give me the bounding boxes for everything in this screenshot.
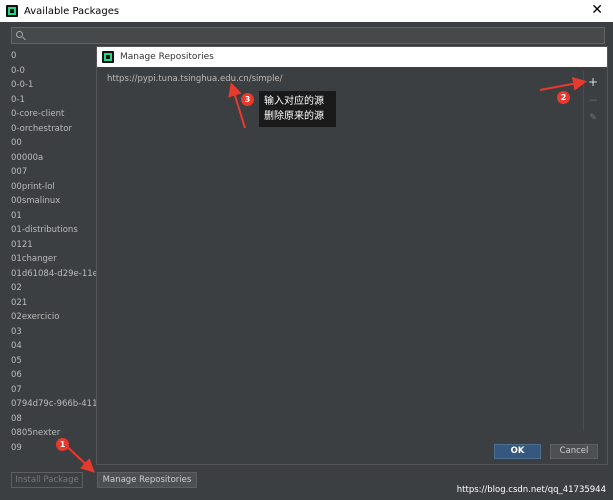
edit-icon[interactable]: ✎ <box>586 111 600 125</box>
package-item[interactable]: 0-1 <box>0 93 97 108</box>
window-titlebar: Available Packages ✕ <box>0 0 613 22</box>
package-item[interactable]: 00 <box>0 136 97 151</box>
window-title: Available Packages <box>24 5 120 17</box>
package-item[interactable]: 02exercicio <box>0 310 97 325</box>
dialog-title: Manage Repositories <box>120 52 214 62</box>
package-item[interactable]: 01d61084-d29e-11e9- <box>0 267 97 282</box>
repository-list[interactable]: https://pypi.tuna.tsinghua.edu.cn/simple… <box>105 71 575 431</box>
ok-button[interactable]: OK <box>494 444 541 459</box>
search-box[interactable] <box>11 27 605 44</box>
package-item[interactable]: 0 <box>0 49 97 64</box>
package-item[interactable]: 0-0 <box>0 64 97 79</box>
search-input[interactable] <box>29 28 604 43</box>
package-item[interactable]: 01changer <box>0 252 97 267</box>
package-item[interactable]: 09 <box>0 441 97 456</box>
repository-toolbar: + − ✎ <box>583 71 601 431</box>
package-item[interactable]: 00print-lol <box>0 180 97 195</box>
step-badge-1: 1 <box>56 438 69 451</box>
package-item[interactable]: 02 <box>0 281 97 296</box>
cancel-button[interactable]: Cancel <box>550 444 598 459</box>
repository-item[interactable]: https://pypi.tuna.tsinghua.edu.cn/simple… <box>105 71 575 87</box>
package-item[interactable]: 007 <box>0 165 97 180</box>
package-item[interactable]: 0805nexter <box>0 426 97 441</box>
package-item[interactable]: 06 <box>0 368 97 383</box>
package-item[interactable]: 01 <box>0 209 97 224</box>
annotation-callout: 输入对应的源 删除原来的源 <box>259 91 336 127</box>
package-item[interactable]: 0-orchestrator <box>0 122 97 137</box>
watermark-url: https://blog.csdn.net/qq_41735944 <box>456 485 606 495</box>
package-item[interactable]: 04 <box>0 339 97 354</box>
dialog-titlebar: Manage Repositories <box>97 47 607 67</box>
package-item[interactable]: 0-0-1 <box>0 78 97 93</box>
package-item[interactable]: 07 <box>0 383 97 398</box>
package-item[interactable]: 08 <box>0 412 97 427</box>
app-window: Available Packages ✕ 0 0-0 0-0-1 0-1 0-core-… <box>0 0 613 500</box>
step-badge-2: 2 <box>557 91 570 104</box>
package-item[interactable]: 03 <box>0 325 97 340</box>
package-item[interactable]: 021 <box>0 296 97 311</box>
manage-repositories-dialog: Manage Repositories https://pypi.tuna.ts… <box>96 46 608 465</box>
package-item[interactable]: 0-core-client <box>0 107 97 122</box>
install-package-button[interactable]: Install Package <box>11 472 83 488</box>
manage-repositories-button[interactable]: Manage Repositories <box>97 472 197 488</box>
callout-line-2: 删除原来的源 <box>264 111 324 122</box>
remove-icon[interactable]: − <box>586 93 600 107</box>
package-item[interactable]: 0121 <box>0 238 97 253</box>
add-icon[interactable]: + <box>586 75 600 89</box>
pycharm-icon <box>6 5 18 17</box>
search-icon <box>15 30 29 42</box>
close-icon[interactable]: ✕ <box>591 2 603 18</box>
package-item[interactable]: 0794d79c-966b-4113- <box>0 397 97 412</box>
step-badge-3: 3 <box>241 93 254 106</box>
pycharm-icon <box>102 51 114 63</box>
package-item[interactable]: 05 <box>0 354 97 369</box>
package-item[interactable]: 00smalinux <box>0 194 97 209</box>
callout-line-1: 输入对应的源 <box>264 96 324 107</box>
package-list[interactable]: 0 0-0 0-0-1 0-1 0-core-client 0-orchestrator 0… <box>0 49 97 459</box>
package-item[interactable]: 01-distributions <box>0 223 97 238</box>
package-item[interactable]: 00000a <box>0 151 97 166</box>
